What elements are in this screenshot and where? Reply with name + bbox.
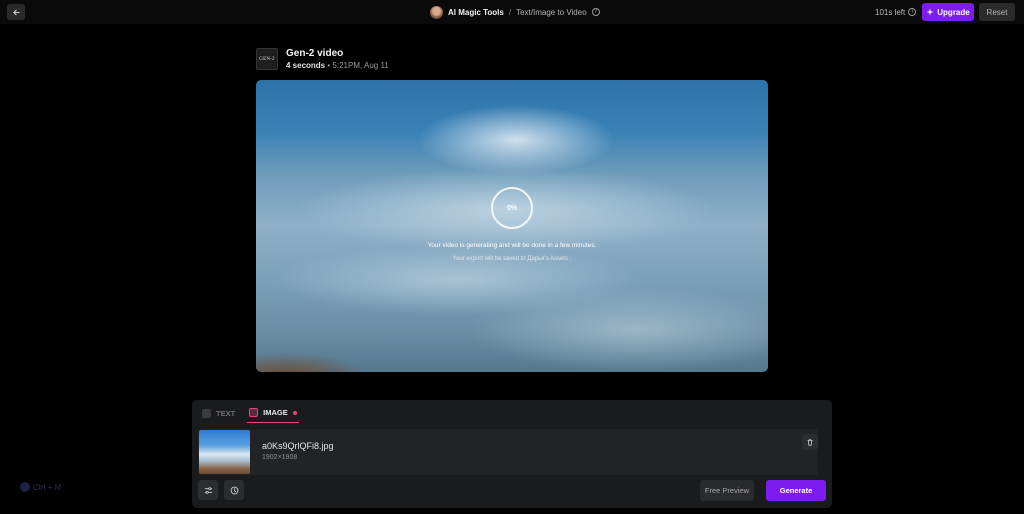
video-title: Gen-2 video [286, 48, 344, 59]
shortcut-icon [20, 482, 30, 492]
tab-text[interactable]: TEXT [200, 403, 237, 423]
tab-image[interactable]: IMAGE [247, 403, 299, 423]
settings-sliders-icon [204, 486, 212, 494]
delete-image-button[interactable] [802, 434, 818, 450]
video-meta: 4 seconds • 5:21PM, Aug 11 [286, 61, 389, 70]
avatar[interactable] [430, 5, 443, 19]
top-bar: AI Magic Tools / Text/Image to Video ? 1… [0, 0, 1024, 24]
image-tab-icon [249, 408, 259, 417]
progress-percent: 0% [506, 204, 518, 212]
image-thumbnail [199, 430, 250, 474]
help-icon[interactable]: ? [591, 8, 600, 16]
uploaded-image-row: a0Ks9QrlQFi8.jpg 1902×1908 [198, 429, 818, 475]
shortcut-text: Ctrl + M [33, 482, 62, 492]
clock-icon [230, 486, 238, 494]
file-name: a0Ks9QrlQFi8.jpg [262, 441, 334, 451]
history-button[interactable] [224, 480, 244, 500]
trash-icon [807, 439, 813, 446]
sparkle-icon [926, 8, 934, 16]
meta-separator: • [327, 61, 331, 70]
breadcrumb: AI Magic Tools / Text/Image to Video ? [430, 4, 600, 20]
settings-button[interactable] [198, 480, 218, 500]
breadcrumb-current-page: Text/Image to Video [516, 7, 587, 17]
back-button[interactable] [7, 4, 25, 20]
save-location-message: Your export will be saved to Дарья's Ass… [452, 256, 572, 262]
credits-remaining: 101s left i [875, 4, 917, 20]
video-timestamp: 5:21PM, Aug 11 [332, 61, 389, 70]
tab-image-label: IMAGE [263, 408, 288, 417]
active-indicator-dot [292, 410, 297, 415]
gen2-logo: GEN-2 [256, 48, 278, 70]
tab-text-label: TEXT [216, 408, 236, 418]
upgrade-label: Upgrade [937, 7, 970, 17]
video-duration: 4 seconds [286, 61, 326, 70]
prompt-panel: TEXT IMAGE a0Ks9QrlQFi8.jpg 1902×1908 Fr… [192, 400, 832, 508]
upgrade-button[interactable]: Upgrade [922, 3, 974, 21]
video-preview: 0% Your video is generating and will be … [256, 80, 768, 372]
text-tab-icon [202, 408, 211, 418]
file-dimensions: 1902×1908 [262, 454, 298, 461]
shortcut-hint[interactable]: Ctrl + M [20, 482, 61, 492]
reset-button[interactable]: Reset [979, 3, 1015, 21]
breadcrumb-separator: / [508, 7, 512, 17]
credits-text: 101s left [875, 7, 906, 17]
breadcrumb-app-link[interactable]: AI Magic Tools [448, 8, 504, 17]
info-icon[interactable]: i [908, 8, 917, 16]
back-arrow-icon [12, 9, 20, 15]
free-preview-button[interactable]: Free Preview [700, 480, 754, 501]
generating-message: Your video is generating and will be don… [427, 242, 597, 249]
generate-button[interactable]: Generate [766, 480, 826, 501]
mode-tabs: TEXT IMAGE [200, 403, 299, 423]
progress-spinner: 0% [491, 187, 533, 229]
